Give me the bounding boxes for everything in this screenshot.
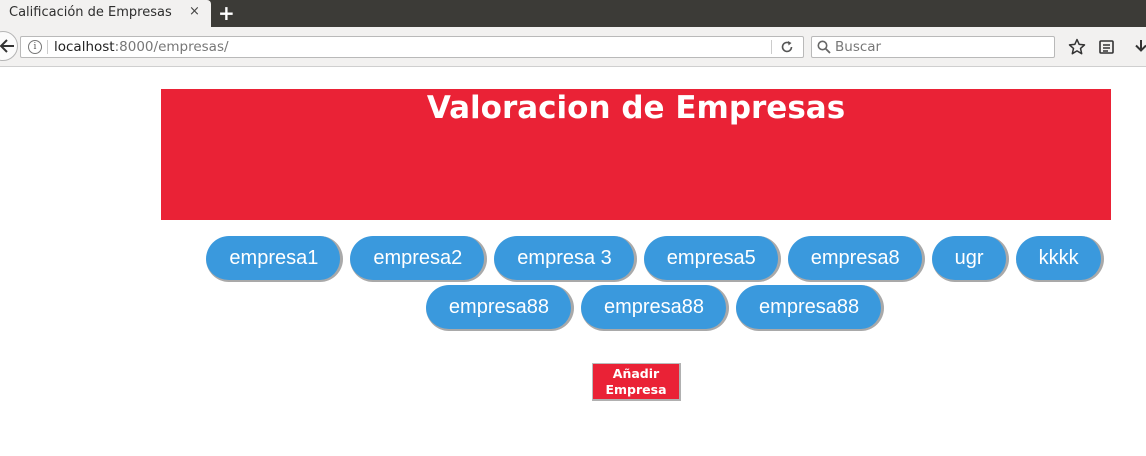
new-tab-icon[interactable]: + bbox=[218, 1, 235, 25]
info-icon[interactable]: i bbox=[28, 40, 42, 54]
add-company-label-line2: Empresa bbox=[605, 382, 667, 397]
bookmark-star-icon[interactable] bbox=[1068, 38, 1086, 56]
add-company-button[interactable]: Añadir Empresa bbox=[592, 363, 681, 401]
tab-close-icon[interactable]: × bbox=[189, 4, 200, 19]
reload-separator bbox=[771, 40, 772, 54]
download-icon[interactable] bbox=[1134, 39, 1146, 55]
company-button[interactable]: empresa88 bbox=[580, 285, 730, 331]
url-separator bbox=[47, 40, 48, 54]
tab-active[interactable]: Calificación de Empresas × bbox=[0, 0, 211, 27]
company-button[interactable]: empresa5 bbox=[643, 236, 781, 282]
search-bar[interactable]: Buscar bbox=[811, 36, 1055, 58]
company-button[interactable]: empresa1 bbox=[206, 236, 344, 282]
url-text[interactable]: localhost:8000/empresas/ bbox=[54, 39, 229, 55]
navigation-toolbar: i localhost:8000/empresas/ Buscar bbox=[0, 27, 1146, 67]
reading-list-icon[interactable] bbox=[1099, 40, 1115, 55]
url-host: localhost bbox=[54, 39, 115, 55]
company-button[interactable]: empresa 3 bbox=[494, 236, 637, 282]
company-button[interactable]: kkkk bbox=[1015, 236, 1104, 282]
reload-icon[interactable] bbox=[780, 40, 794, 54]
company-button[interactable]: empresa88 bbox=[736, 285, 885, 331]
search-placeholder: Buscar bbox=[835, 39, 882, 55]
company-list: empresa1 empresa2 empresa 3 empresa5 emp… bbox=[161, 236, 1111, 331]
url-path: :8000/empresas/ bbox=[114, 39, 229, 55]
search-icon bbox=[817, 40, 831, 54]
company-button[interactable]: ugr bbox=[931, 236, 1009, 282]
add-company-label-line1: Añadir bbox=[612, 366, 660, 381]
company-button[interactable]: empresa88 bbox=[425, 285, 574, 331]
page-title: Valoracion de Empresas bbox=[426, 90, 846, 126]
back-arrow-icon bbox=[0, 39, 14, 53]
page-header: Valoracion de Empresas bbox=[161, 89, 1111, 220]
company-button[interactable]: empresa8 bbox=[787, 236, 925, 282]
tab-title: Calificación de Empresas bbox=[9, 5, 172, 20]
tab-bar: Calificación de Empresas × + bbox=[0, 0, 1146, 27]
back-button[interactable] bbox=[0, 31, 18, 61]
url-bar[interactable]: i localhost:8000/empresas/ bbox=[20, 36, 804, 58]
company-button[interactable]: empresa2 bbox=[350, 236, 488, 282]
